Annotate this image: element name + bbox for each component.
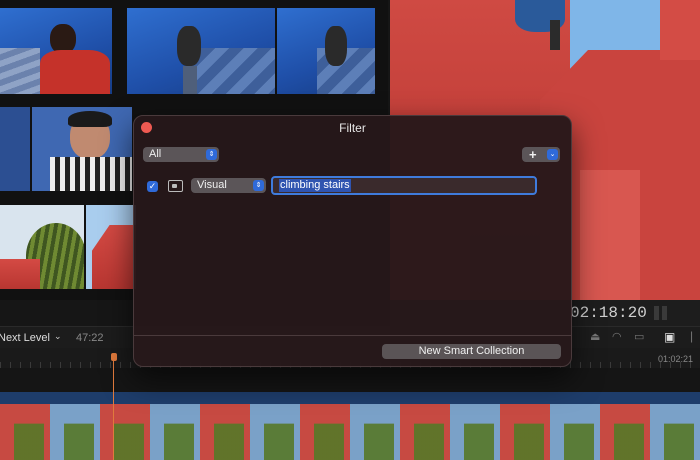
- stepper-icon: ⇕: [253, 180, 264, 191]
- chevron-down-icon[interactable]: ⌄: [54, 331, 62, 342]
- audio-meter-icon[interactable]: ⏏: [590, 330, 600, 343]
- rule-type-popup[interactable]: Visual ⇕: [191, 178, 266, 193]
- add-rule-button[interactable]: + ⌄: [522, 147, 560, 162]
- clip-thumbnail[interactable]: [0, 107, 30, 191]
- clip-thumbnail[interactable]: [0, 205, 84, 289]
- match-popup[interactable]: All ⇕: [143, 147, 219, 162]
- clip-thumbnail[interactable]: [86, 205, 136, 289]
- filter-dialog: Filter All ⇕ + ⌄ ✓ Visual ⇕ climbing sta…: [133, 115, 572, 367]
- rule-type-value: Visual: [197, 179, 227, 191]
- playhead[interactable]: [111, 353, 117, 361]
- clip-thumbnail[interactable]: [32, 107, 132, 191]
- timeline-clip[interactable]: [0, 404, 700, 460]
- clip-thumbnail[interactable]: [127, 8, 275, 94]
- plus-icon: +: [529, 147, 537, 162]
- clip-appearance-icon[interactable]: ▭: [634, 330, 644, 343]
- match-value: All: [149, 148, 162, 160]
- zoom-level-menu[interactable]: Next Level: [0, 332, 50, 344]
- chevron-down-icon: ⌄: [547, 149, 558, 160]
- dialog-title: Filter: [339, 121, 366, 135]
- project-duration: 47:22: [76, 332, 104, 344]
- rule-checkbox[interactable]: ✓: [147, 181, 158, 192]
- playhead-line: [113, 360, 114, 460]
- filmstrip-icon[interactable]: ▣: [664, 330, 675, 344]
- clip-thumbnail[interactable]: [277, 8, 375, 94]
- visual-search-icon: [168, 180, 183, 192]
- clip-thumbnail[interactable]: [0, 8, 112, 94]
- headphones-icon[interactable]: ◠: [612, 330, 622, 343]
- stepper-icon: ⇕: [206, 149, 217, 160]
- search-field[interactable]: climbing stairs: [271, 176, 537, 195]
- timecode-display: 02:18:20: [570, 304, 647, 322]
- new-smart-collection-button[interactable]: New Smart Collection: [382, 344, 561, 359]
- separator-icon: |: [690, 329, 694, 343]
- search-query: climbing stairs: [279, 179, 351, 192]
- divider: [134, 335, 571, 336]
